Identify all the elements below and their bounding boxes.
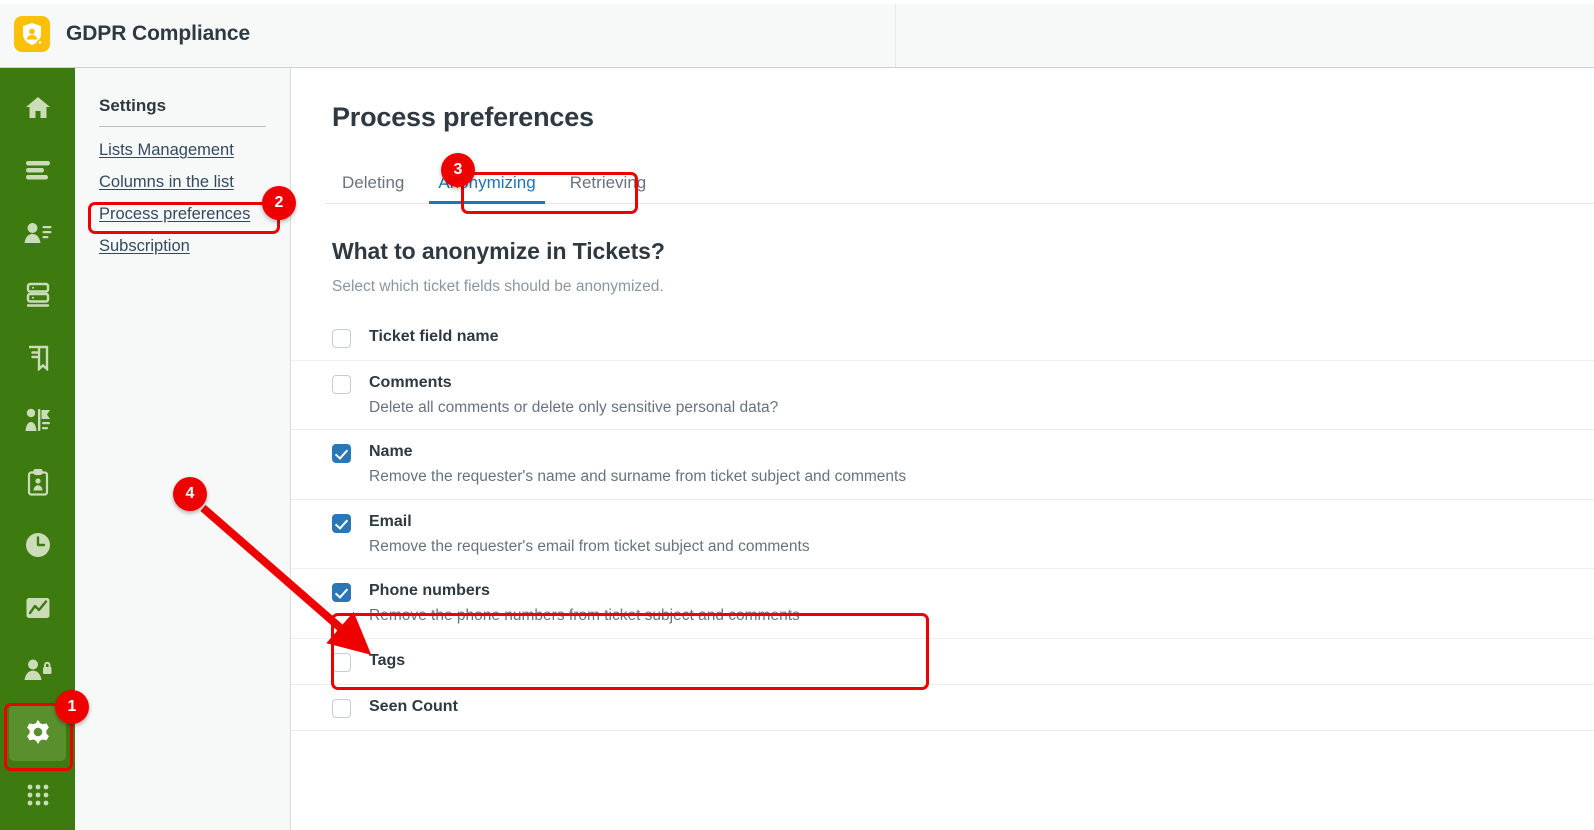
field-description: Remove the phone numbers from ticket sub…	[369, 607, 800, 625]
app-title: GDPR Compliance	[66, 21, 251, 45]
rail-item-lists[interactable]	[9, 143, 66, 199]
rail-item-reports[interactable]	[9, 580, 66, 636]
grid-apps-icon	[26, 783, 50, 807]
rail-item-database[interactable]	[9, 268, 66, 324]
field-label: Name	[369, 443, 413, 461]
list-icon	[25, 160, 51, 180]
user-lock-icon	[24, 658, 52, 682]
rail-item-privacy[interactable]	[9, 643, 66, 699]
clock-icon	[25, 532, 51, 558]
field-description: Delete all comments or delete only sensi…	[369, 399, 779, 416]
rail-item-apps[interactable]	[9, 768, 66, 824]
clipboard-user-icon	[27, 469, 49, 496]
field-description: Remove the requester's name and surname …	[369, 468, 907, 486]
tab-bar: Deleting Anonymizing Retrieving	[325, 159, 1594, 204]
field-label: Comments	[369, 374, 452, 391]
field-text: Ticket field name	[369, 327, 499, 347]
field-label: Ticket field name	[369, 328, 499, 345]
tab-anonymizing[interactable]: Anonymizing	[421, 174, 552, 204]
header-top-strip	[0, 0, 1594, 4]
rail-item-history[interactable]	[9, 518, 66, 574]
left-nav-rail	[0, 68, 75, 830]
checkbox-seen-count[interactable]	[332, 698, 351, 718]
checkbox-phone-numbers[interactable]	[332, 583, 351, 603]
checkbox-name[interactable]	[332, 444, 351, 464]
page-title: Process preferences	[332, 102, 594, 132]
field-label: Email	[369, 512, 412, 530]
rail-item-home[interactable]	[9, 80, 66, 136]
field-description: Remove the requester's email from ticket…	[369, 537, 810, 555]
section-subtitle: Select which ticket fields should be ano…	[332, 278, 664, 295]
rail-item-settings[interactable]	[9, 705, 66, 761]
checkbox-comments[interactable]	[332, 375, 351, 394]
header-seam-divider	[895, 4, 896, 67]
gear-icon	[24, 719, 52, 747]
user-details-icon	[24, 222, 52, 244]
checkbox-tags[interactable]	[332, 652, 351, 672]
field-text: Comments Delete all comments or delete o…	[369, 373, 778, 417]
flag-person-icon	[25, 408, 51, 432]
anonymize-field-list: Ticket field name Comments Delete all co…	[291, 314, 1594, 731]
tab-retrieving[interactable]: Retrieving	[553, 174, 664, 203]
app-root: GDPR Compliance Settings Lists Managemen…	[0, 0, 1594, 830]
top-header: GDPR Compliance	[0, 0, 1594, 68]
field-row-comments[interactable]: Comments Delete all comments or delete o…	[291, 361, 1594, 431]
field-label: Tags	[369, 651, 406, 669]
checkbox-ticket-field-name[interactable]	[332, 329, 351, 348]
home-icon	[25, 96, 51, 120]
settings-link-lists-management[interactable]: Lists Management	[99, 141, 234, 160]
database-icon	[26, 282, 50, 308]
field-label: Seen Count	[369, 697, 458, 715]
shield-user-icon	[14, 15, 50, 52]
settings-link-subscription[interactable]: Subscription	[99, 237, 190, 256]
section-heading: What to anonymize in Tickets?	[332, 238, 665, 264]
rail-item-contacts[interactable]	[9, 205, 66, 261]
checkbox-email[interactable]	[332, 513, 351, 533]
field-text: Seen Count	[369, 697, 458, 717]
field-row-email[interactable]: Email Remove the requester's email from …	[291, 500, 1594, 570]
field-label: Phone numbers	[369, 582, 490, 600]
rail-item-requests[interactable]	[9, 393, 66, 449]
tab-deleting[interactable]: Deleting	[325, 174, 421, 203]
brand: GDPR Compliance	[14, 15, 251, 52]
settings-divider	[99, 126, 266, 127]
field-row-name[interactable]: Name Remove the requester's name and sur…	[291, 430, 1594, 500]
chart-icon	[25, 596, 51, 620]
field-text: Tags	[369, 651, 405, 671]
field-row-ticket-field-name[interactable]: Ticket field name	[291, 314, 1594, 361]
rail-item-clipboard[interactable]	[9, 455, 66, 511]
field-text: Email Remove the requester's email from …	[369, 512, 810, 556]
settings-link-process-preferences[interactable]: Process preferences	[99, 205, 250, 224]
book-icon	[26, 345, 50, 371]
field-row-seen-count[interactable]: Seen Count	[291, 685, 1594, 731]
settings-nav-panel: Settings Lists Management Columns in the…	[75, 68, 291, 830]
field-text: Name Remove the requester's name and sur…	[369, 442, 906, 486]
main-content: Process preferences Deleting Anonymizing…	[291, 68, 1594, 830]
field-text: Phone numbers Remove the phone numbers f…	[369, 581, 800, 625]
settings-link-columns-in-the-list[interactable]: Columns in the list	[99, 173, 234, 192]
rail-item-book[interactable]	[9, 330, 66, 386]
settings-panel-title: Settings	[99, 96, 167, 115]
field-row-phone-numbers[interactable]: Phone numbers Remove the phone numbers f…	[291, 569, 1594, 639]
field-row-tags[interactable]: Tags	[291, 639, 1594, 685]
